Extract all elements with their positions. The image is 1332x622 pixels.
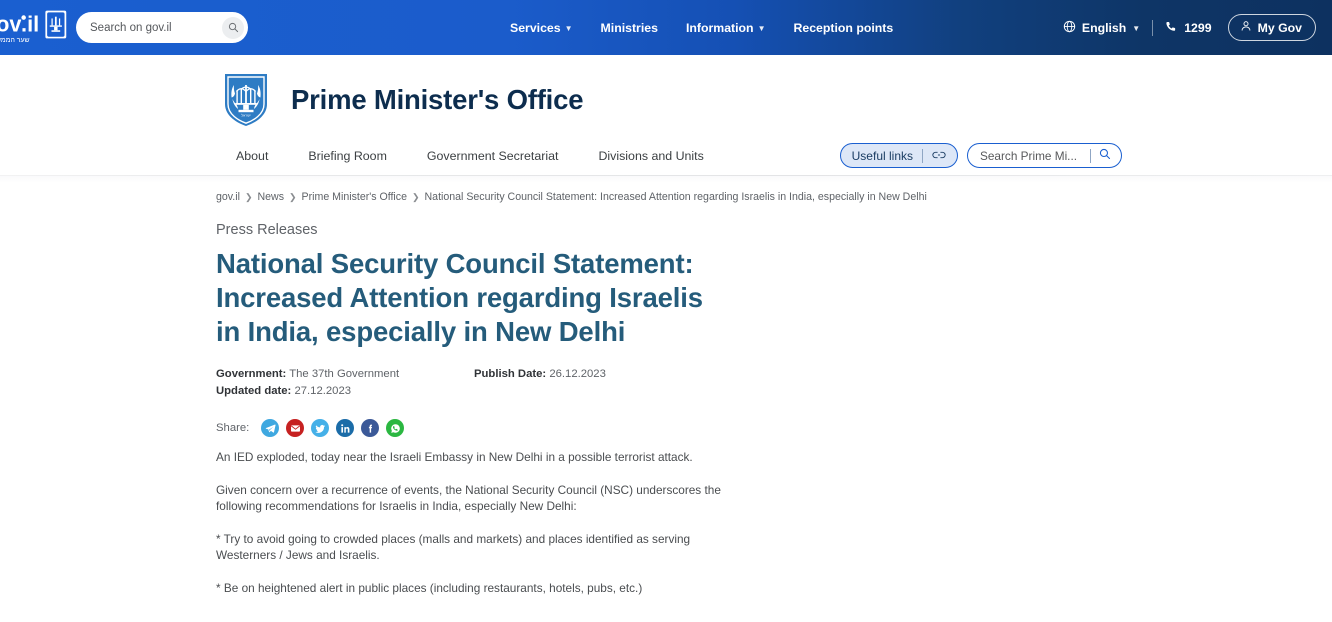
search-icon[interactable] (222, 16, 244, 39)
meta-updated: Updated date: 27.12.2023 (216, 383, 474, 400)
phone-icon (1165, 20, 1178, 36)
main-content: gov.il ❯ News ❯ Prime Minister's Office … (0, 183, 1332, 596)
israel-state-emblem-icon[interactable]: ישראל (222, 71, 270, 128)
twitter-share-icon[interactable] (311, 419, 330, 437)
subnav-item-divisions-and-units[interactable]: Divisions and Units (598, 149, 703, 163)
article-metadata: Government: The 37th Government Updated … (216, 366, 1332, 399)
article-paragraph: * Be on heightened alert in public place… (216, 580, 643, 595)
share-label: Share: (216, 422, 250, 434)
nav-item-services[interactable]: Services ▼ (510, 21, 573, 35)
article-paragraph: * Try to avoid going to crowded places (… (216, 531, 691, 563)
link-icon (932, 149, 946, 163)
facebook-share-icon[interactable] (361, 419, 380, 437)
meta-government: Government: The 37th Government (216, 366, 474, 383)
nav-item-ministries[interactable]: Ministries (601, 21, 658, 35)
svg-text:ישראל: ישראל (241, 114, 251, 118)
language-label: English (1081, 20, 1127, 35)
divider (922, 148, 923, 163)
meta-government-value: The 37th Government (289, 368, 400, 380)
breadcrumb-separator-icon: ❯ (244, 191, 253, 202)
site-header: ישראל Prime Minister's Office About Brie… (0, 55, 1332, 175)
search-icon[interactable] (1099, 147, 1111, 165)
whatsapp-share-icon[interactable] (386, 419, 405, 437)
breadcrumb-item-current: National Security Council Statement: Inc… (424, 191, 927, 203)
phone-number: 1299 (1184, 20, 1212, 35)
breadcrumb-item-govil[interactable]: gov.il (216, 191, 240, 203)
divider (1090, 148, 1091, 163)
useful-links-label: Useful links (851, 148, 913, 163)
chevron-down-icon: ▼ (1132, 24, 1141, 33)
article-paragraph: An IED exploded, today near the Israeli … (216, 450, 693, 464)
govil-logo[interactable]: gov .il שער הממשלה (0, 6, 68, 50)
share-bar: Share: (216, 419, 1332, 437)
useful-links-button[interactable]: Useful links (839, 143, 958, 168)
meta-publish-label: Publish Date: (474, 368, 547, 380)
breadcrumb: gov.il ❯ News ❯ Prime Minister's Office … (216, 191, 1332, 203)
gov-topbar-right: English ▼ 1299 My Gov (1063, 14, 1332, 41)
subnav-item-government-secretariat[interactable]: Government Secretariat (427, 149, 559, 163)
article-category: Press Releases (216, 222, 318, 238)
user-icon (1240, 20, 1252, 35)
nav-label: Ministries (600, 20, 658, 35)
breadcrumb-item-news[interactable]: News (258, 191, 285, 203)
gov-search-box[interactable] (76, 12, 248, 43)
breadcrumb-separator-icon: ❯ (289, 191, 297, 202)
my-gov-label: My Gov (1257, 20, 1302, 35)
nav-item-reception-points[interactable]: Reception points (794, 21, 894, 35)
breadcrumb-item-pmo[interactable]: Prime Minister's Office (302, 191, 407, 203)
svg-text:שער הממשלה: שער הממשלה (0, 35, 30, 43)
phone-link[interactable]: 1299 (1165, 20, 1212, 36)
chevron-down-icon: ▼ (757, 24, 766, 33)
article-paragraph: Given concern over a recurrence of event… (216, 482, 721, 514)
linkedin-share-icon[interactable] (336, 419, 355, 437)
article-body: An IED exploded, today near the Israeli … (216, 449, 726, 596)
nav-item-information[interactable]: Information ▼ (686, 21, 766, 35)
meta-updated-value: 27.12.2023 (294, 384, 352, 397)
gov-top-bar: gov .il שער הממשלה Ser (0, 0, 1332, 55)
subnav-item-about[interactable]: About (236, 149, 268, 163)
globe-icon (1063, 20, 1076, 36)
my-gov-button[interactable]: My Gov (1227, 14, 1316, 41)
header-shadow (0, 176, 1332, 183)
language-selector[interactable]: English ▼ (1063, 20, 1140, 36)
nav-label: Reception points (793, 20, 894, 35)
subnav-item-briefing-room[interactable]: Briefing Room (308, 149, 387, 163)
site-search-input[interactable] (980, 148, 1080, 163)
meta-publish-value: 26.12.2023 (549, 368, 606, 380)
gov-search-input[interactable] (90, 21, 220, 34)
meta-publish: Publish Date: 26.12.2023 (474, 366, 606, 383)
telegram-share-icon[interactable] (261, 419, 280, 437)
nav-label: Services (510, 20, 561, 35)
page-title: Prime Minister's Office (291, 83, 584, 115)
divider (1152, 19, 1154, 36)
site-search-box[interactable] (967, 143, 1122, 168)
svg-text:gov: gov (0, 11, 21, 36)
article-title: National Security Council Statement: Inc… (216, 248, 703, 347)
svg-text:.il: .il (21, 11, 39, 36)
nav-label: Information (685, 20, 754, 35)
chevron-down-icon: ▼ (564, 24, 573, 33)
gov-main-nav: Services ▼ Ministries Information ▼ Rece… (510, 21, 893, 35)
email-share-icon[interactable] (286, 419, 305, 437)
site-subnav: About Briefing Room Government Secretari… (0, 143, 1332, 168)
meta-government-label: Government: (216, 368, 287, 380)
meta-updated-label: Updated date: (216, 384, 292, 397)
breadcrumb-separator-icon: ❯ (411, 191, 420, 202)
